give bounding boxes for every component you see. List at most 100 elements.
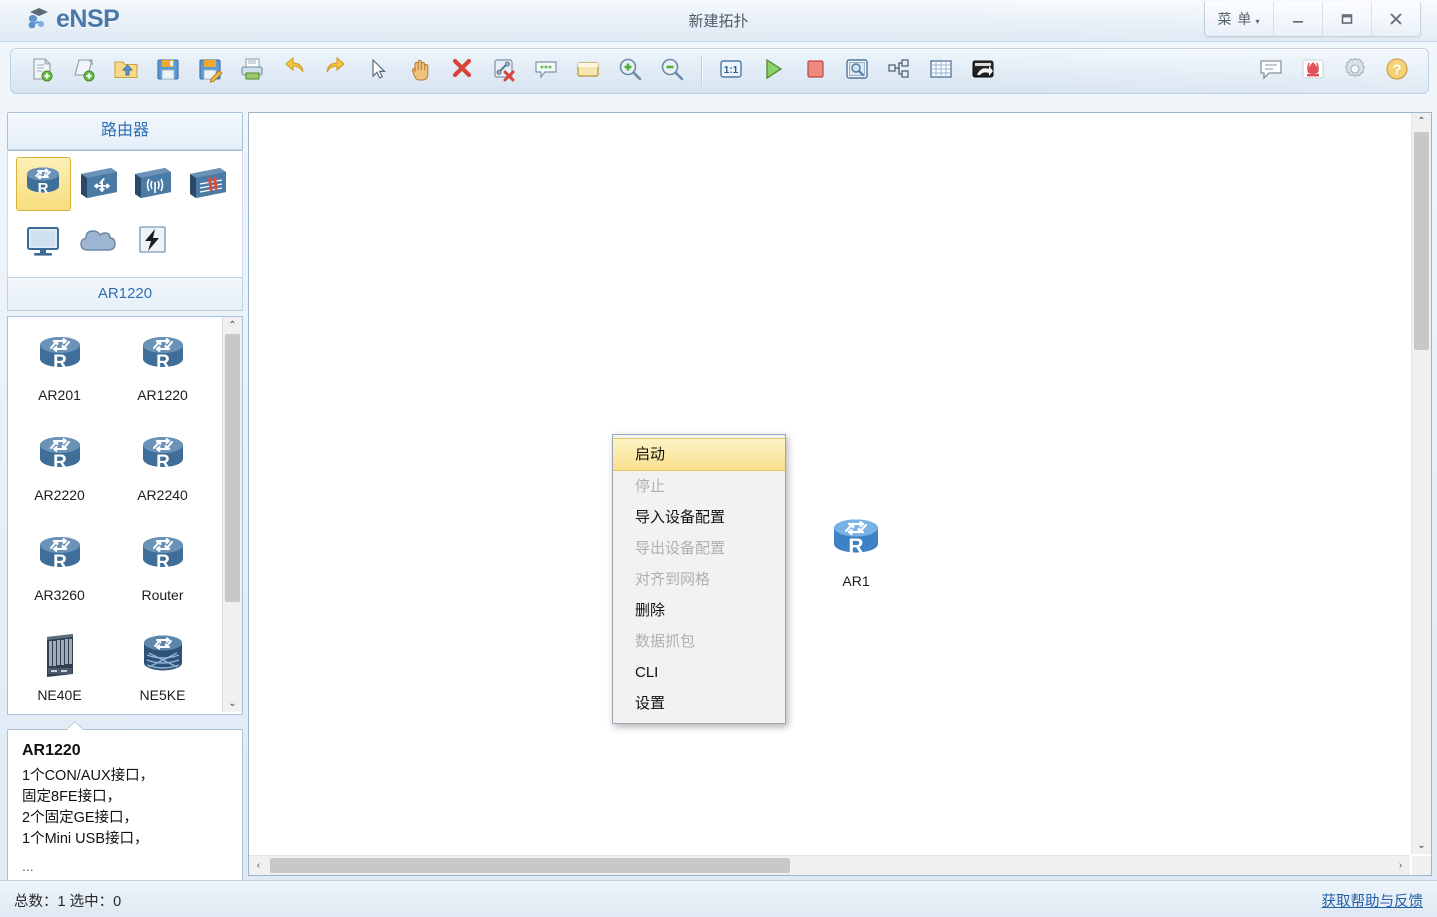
canvas-scroll-left-arrow-icon[interactable]: ‹ <box>249 856 268 875</box>
context-menu-item-settings[interactable]: 设置 <box>613 688 785 719</box>
device-type-firewall[interactable] <box>180 157 235 211</box>
canvas-scroll-right-arrow-icon[interactable]: › <box>1391 856 1410 875</box>
comment-button[interactable] <box>1250 51 1292 91</box>
redo-icon <box>322 55 350 88</box>
switch-type-icon <box>75 162 121 207</box>
zoom-in-button[interactable] <box>609 51 651 91</box>
new-topology-button[interactable] <box>21 51 63 91</box>
scrollbar-corner <box>1412 856 1431 875</box>
device-model-list-panel: R AR201 R AR1220 R AR2220 R AR2240 R AR3… <box>7 316 243 715</box>
svg-text:R: R <box>53 552 67 573</box>
redo-button[interactable] <box>315 51 357 91</box>
description-line: 固定8FE接口， <box>22 789 122 805</box>
device-type-connection[interactable] <box>125 215 180 269</box>
canvas-hscroll-thumb[interactable] <box>270 858 790 873</box>
topology-canvas[interactable]: R AR1 启动 停止 导入设备配置 导出设备配置 对齐到网格 删除 数据抓包 … <box>249 113 1410 854</box>
capture-packet-button[interactable] <box>836 51 878 91</box>
wlan-type-icon <box>129 162 175 207</box>
canvas-scroll-up-arrow-icon[interactable]: ⌃ <box>1412 113 1431 130</box>
topology-tree-icon <box>885 55 913 88</box>
model-item[interactable]: R Router <box>111 525 214 625</box>
svg-text:R: R <box>156 452 170 473</box>
maximize-button[interactable] <box>1323 2 1372 36</box>
print-button[interactable] <box>231 51 273 91</box>
close-icon <box>1387 10 1405 28</box>
ne40e-chassis-icon <box>32 625 88 685</box>
help-feedback-link[interactable]: 获取帮助与反馈 <box>1322 890 1424 911</box>
new-device-button[interactable] <box>63 51 105 91</box>
topology-tree-button[interactable] <box>878 51 920 91</box>
scroll-thumb[interactable] <box>225 334 240 602</box>
delete-link-button[interactable] <box>483 51 525 91</box>
device-sidebar: 路由器 R AR1220 R AR201 R AR1220 R AR2220 R… <box>7 112 243 907</box>
close-button[interactable] <box>1372 2 1420 36</box>
canvas-vscroll-track[interactable] <box>1412 130 1431 837</box>
save-as-icon <box>196 55 224 88</box>
minimize-icon <box>1290 11 1306 27</box>
canvas-horizontal-scrollbar[interactable]: ‹ › <box>249 855 1410 875</box>
scroll-up-arrow-icon[interactable]: ⌃ <box>223 317 242 334</box>
model-list-scrollbar[interactable]: ⌃ ⌄ <box>222 317 242 712</box>
context-menu-item-import-config[interactable]: 导入设备配置 <box>613 502 785 533</box>
model-name: AR2220 <box>34 487 85 503</box>
svg-text:?: ? <box>1392 61 1401 78</box>
save-as-button[interactable] <box>189 51 231 91</box>
model-item[interactable]: R AR2220 <box>8 425 111 525</box>
screenshot-icon <box>969 55 997 88</box>
pan-hand-button[interactable] <box>399 51 441 91</box>
menu-button[interactable]: 菜 单 ▾ <box>1205 2 1274 36</box>
maximize-icon <box>1339 11 1355 27</box>
model-name: NE5KE <box>139 687 186 703</box>
save-button[interactable] <box>147 51 189 91</box>
device-type-switch[interactable] <box>71 157 126 211</box>
device-type-wlan[interactable] <box>125 157 180 211</box>
model-item[interactable]: NE40E <box>8 625 111 720</box>
cloud-type-icon <box>75 220 121 265</box>
model-name: AR2240 <box>137 487 188 503</box>
device-type-cloud[interactable] <box>71 215 126 269</box>
select-cursor-button[interactable] <box>357 51 399 91</box>
minimize-button[interactable] <box>1274 2 1323 36</box>
model-item[interactable]: NE5KE <box>111 625 214 720</box>
svg-text:R: R <box>53 452 67 473</box>
context-menu-item-cli[interactable]: CLI <box>613 657 785 688</box>
open-button[interactable] <box>105 51 147 91</box>
scroll-track[interactable] <box>223 334 242 695</box>
canvas-vscroll-thumb[interactable] <box>1414 132 1429 350</box>
model-item[interactable]: R AR1220 <box>111 325 214 425</box>
add-shape-button[interactable] <box>567 51 609 91</box>
zoom-out-icon <box>658 55 686 88</box>
model-item[interactable]: R AR201 <box>8 325 111 425</box>
zoom-in-icon <box>616 55 644 88</box>
canvas-scroll-down-arrow-icon[interactable]: ⌄ <box>1412 837 1431 854</box>
model-item[interactable]: R AR2240 <box>111 425 214 525</box>
screenshot-button[interactable] <box>962 51 1004 91</box>
context-menu-item-start[interactable]: 启动 <box>613 438 785 471</box>
svg-text:R: R <box>156 552 170 573</box>
context-menu-item-delete[interactable]: 删除 <box>613 595 785 626</box>
help-button[interactable]: ? <box>1376 51 1418 91</box>
device-type-terminal[interactable] <box>16 215 71 269</box>
device-type-router[interactable]: R <box>16 157 71 211</box>
start-device-button[interactable] <box>752 51 794 91</box>
add-text-button[interactable] <box>525 51 567 91</box>
context-menu-item-stop: 停止 <box>635 478 666 495</box>
undo-button[interactable] <box>273 51 315 91</box>
svg-text:1:1: 1:1 <box>724 65 739 76</box>
huawei-logo-button[interactable] <box>1292 51 1334 91</box>
grid-button[interactable] <box>920 51 962 91</box>
delete-button[interactable] <box>441 51 483 91</box>
svg-text:R: R <box>53 352 67 373</box>
svg-text:R: R <box>156 352 170 373</box>
canvas-vertical-scrollbar[interactable]: ⌃ ⌄ <box>1411 113 1431 854</box>
model-item[interactable]: R AR3260 <box>8 525 111 625</box>
canvas-device-node[interactable]: R AR1 <box>824 513 888 589</box>
scroll-down-arrow-icon[interactable]: ⌄ <box>223 695 242 712</box>
canvas-hscroll-track[interactable] <box>268 856 1391 875</box>
stop-device-button[interactable] <box>794 51 836 91</box>
settings-button[interactable] <box>1334 51 1376 91</box>
actual-size-button[interactable]: 1:1 <box>710 51 752 91</box>
description-title: AR1220 <box>22 742 81 759</box>
zoom-out-button[interactable] <box>651 51 693 91</box>
router-model-icon: R <box>135 525 191 585</box>
